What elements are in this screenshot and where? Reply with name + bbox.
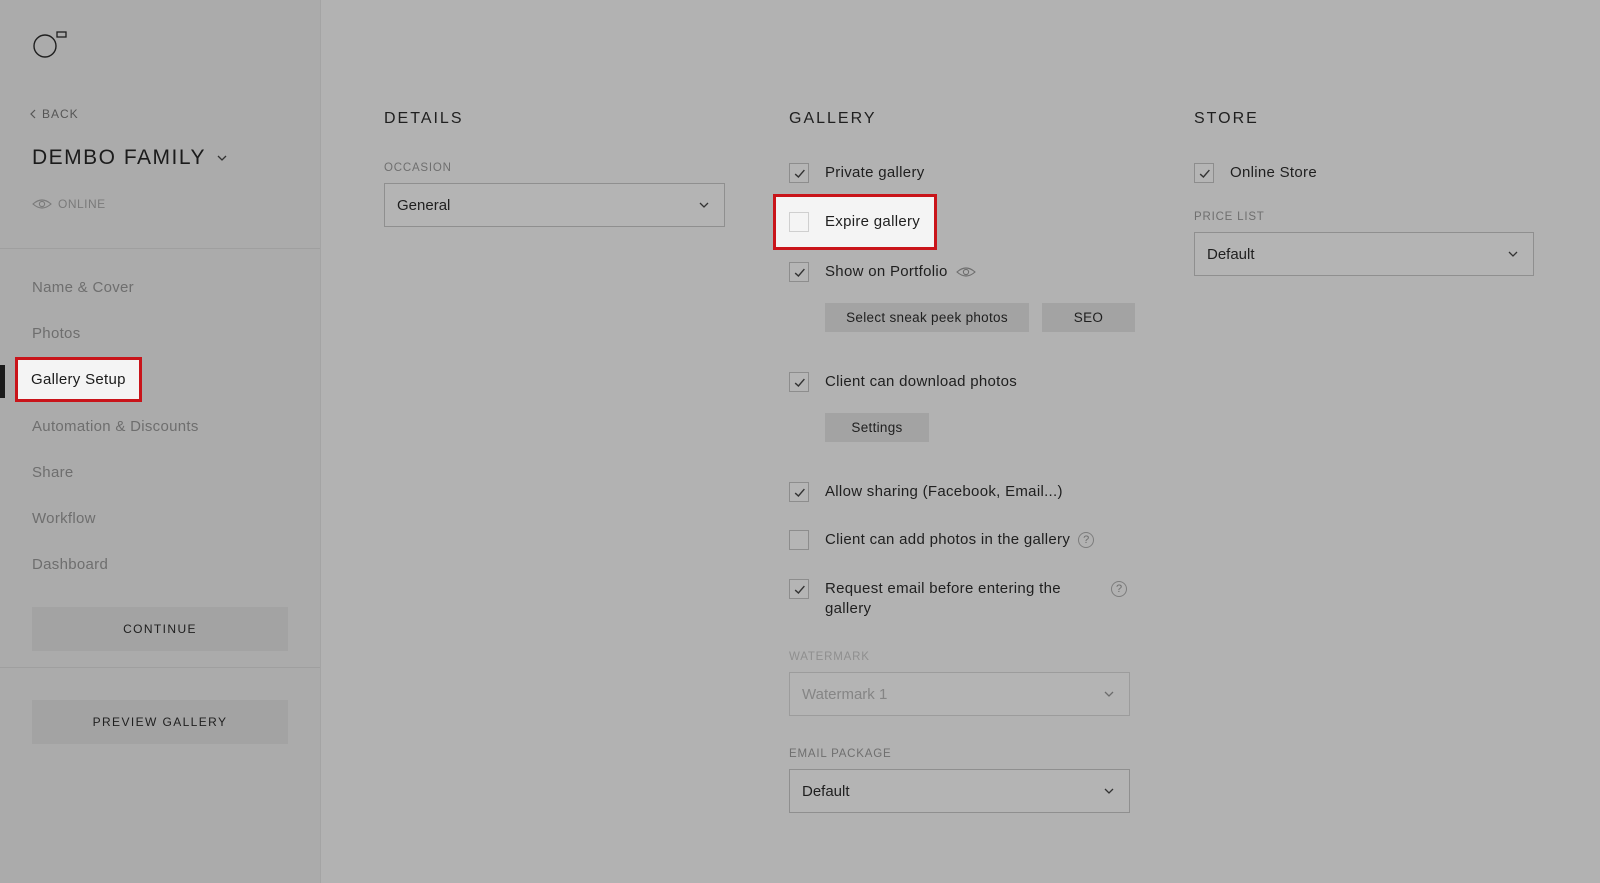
eye-icon[interactable] bbox=[955, 266, 976, 278]
gallery-status[interactable]: ONLINE bbox=[32, 197, 106, 211]
email-package-label: EMAIL PACKAGE bbox=[789, 748, 892, 760]
expire-gallery-option[interactable]: Expire gallery bbox=[789, 212, 920, 232]
private-gallery-label: Private gallery bbox=[825, 164, 925, 181]
email-package-value: Default bbox=[802, 782, 850, 800]
watermark-select[interactable]: Watermark 1 bbox=[789, 672, 1130, 716]
online-store-option[interactable]: Online Store bbox=[1194, 163, 1317, 183]
sidebar-divider bbox=[0, 248, 320, 249]
app-logo-icon[interactable] bbox=[32, 30, 68, 65]
allow-sharing-option[interactable]: Allow sharing (Facebook, Email...) bbox=[789, 482, 1063, 502]
preview-gallery-button[interactable]: PREVIEW GALLERY bbox=[32, 700, 288, 744]
help-icon[interactable]: ? bbox=[1078, 532, 1095, 548]
chevron-down-icon bbox=[1103, 688, 1115, 700]
watermark-value: Watermark 1 bbox=[802, 685, 888, 703]
private-gallery-option[interactable]: Private gallery bbox=[789, 163, 925, 183]
chevron-down-icon bbox=[1103, 785, 1115, 797]
gallery-title: GALLERY bbox=[789, 110, 877, 127]
check-icon bbox=[793, 266, 806, 279]
request-email-label-line1: Request email before entering the bbox=[825, 580, 1061, 597]
chevron-down-icon bbox=[698, 199, 710, 211]
continue-button[interactable]: CONTINUE bbox=[32, 607, 288, 651]
download-settings-button[interactable]: Settings bbox=[825, 413, 929, 442]
chevron-down-icon bbox=[216, 152, 228, 164]
occasion-label: OCCASION bbox=[384, 162, 452, 174]
store-title: STORE bbox=[1194, 110, 1259, 127]
details-title: DETAILS bbox=[384, 110, 464, 127]
price-list-select[interactable]: Default bbox=[1194, 232, 1534, 276]
price-list-label: PRICE LIST bbox=[1194, 211, 1265, 223]
sidebar: BACK DEMBO FAMILY ONLINE Name & Cover Ph… bbox=[0, 0, 321, 883]
check-icon bbox=[793, 167, 806, 180]
sidebar-item-gallery-setup[interactable]: Gallery Setup bbox=[15, 357, 142, 402]
expire-gallery-checkbox[interactable] bbox=[789, 212, 809, 232]
check-icon bbox=[793, 583, 806, 596]
allow-sharing-label: Allow sharing (Facebook, Email...) bbox=[825, 483, 1063, 500]
client-download-option[interactable]: Client can download photos bbox=[789, 372, 1017, 392]
request-email-option[interactable]: Request email before entering the galler… bbox=[789, 579, 1061, 619]
request-email-label-line2: gallery bbox=[825, 600, 872, 617]
request-email-label: Request email before entering the galler… bbox=[825, 579, 1061, 619]
gallery-name: DEMBO FAMILY bbox=[32, 146, 206, 169]
check-icon bbox=[793, 486, 806, 499]
active-item-marker bbox=[0, 365, 5, 398]
select-sneak-peek-button[interactable]: Select sneak peek photos bbox=[825, 303, 1029, 332]
sidebar-item-share[interactable]: Share bbox=[32, 464, 74, 481]
occasion-value: General bbox=[397, 196, 451, 214]
seo-button[interactable]: SEO bbox=[1042, 303, 1135, 332]
show-on-portfolio-checkbox[interactable] bbox=[789, 262, 809, 282]
allow-sharing-checkbox[interactable] bbox=[789, 482, 809, 502]
client-add-photos-option[interactable]: Client can add photos in the gallery ? bbox=[789, 530, 1095, 550]
chevron-down-icon bbox=[1507, 248, 1519, 260]
request-email-checkbox[interactable] bbox=[789, 579, 809, 599]
sidebar-item-dashboard[interactable]: Dashboard bbox=[32, 556, 108, 573]
sidebar-divider bbox=[0, 667, 320, 668]
client-add-photos-label: Client can add photos in the gallery bbox=[825, 531, 1071, 548]
sidebar-item-automation-discounts[interactable]: Automation & Discounts bbox=[32, 418, 199, 435]
gallery-name-dropdown[interactable]: DEMBO FAMILY bbox=[32, 146, 228, 170]
client-add-photos-checkbox[interactable] bbox=[789, 530, 809, 550]
show-on-portfolio-label: Show on Portfolio bbox=[825, 263, 948, 280]
sidebar-item-workflow[interactable]: Workflow bbox=[32, 510, 96, 527]
help-icon[interactable]: ? bbox=[1111, 581, 1127, 597]
email-package-select[interactable]: Default bbox=[789, 769, 1130, 813]
expire-gallery-label: Expire gallery bbox=[825, 213, 921, 230]
check-icon bbox=[1198, 167, 1211, 180]
status-label: ONLINE bbox=[58, 197, 106, 211]
price-list-value: Default bbox=[1207, 245, 1255, 263]
sidebar-item-photos[interactable]: Photos bbox=[32, 325, 81, 342]
private-gallery-checkbox[interactable] bbox=[789, 163, 809, 183]
chevron-left-icon bbox=[30, 109, 36, 119]
online-store-label: Online Store bbox=[1230, 164, 1317, 181]
client-download-checkbox[interactable] bbox=[789, 372, 809, 392]
back-link[interactable]: BACK bbox=[29, 107, 79, 121]
client-download-label: Client can download photos bbox=[825, 373, 1018, 390]
show-on-portfolio-option[interactable]: Show on Portfolio bbox=[789, 262, 976, 282]
sidebar-item-name-cover[interactable]: Name & Cover bbox=[32, 279, 134, 296]
watermark-label: WATERMARK bbox=[789, 651, 870, 663]
online-store-checkbox[interactable] bbox=[1194, 163, 1214, 183]
back-label: BACK bbox=[42, 107, 79, 121]
eye-icon bbox=[32, 199, 52, 209]
occasion-select[interactable]: General bbox=[384, 183, 725, 227]
check-icon bbox=[793, 376, 806, 389]
